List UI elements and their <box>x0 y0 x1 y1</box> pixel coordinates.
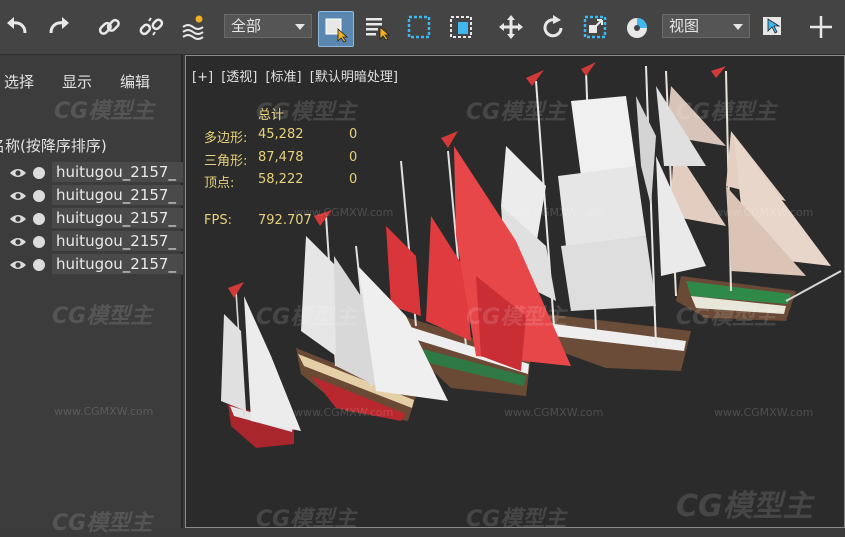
watermark-url: www.CGMXW.com <box>714 206 814 219</box>
viewport-shading[interactable]: [标准] <box>265 70 301 85</box>
select-object-button[interactable] <box>318 11 354 47</box>
menu-select[interactable]: 选择 <box>4 71 34 92</box>
sailing-ship-model <box>296 210 448 421</box>
unlink-icon[interactable] <box>134 10 168 44</box>
stats-polygons-label: 多边形: <box>204 131 248 146</box>
list-item[interactable]: huitugou_2157_ <box>0 162 183 184</box>
viewport-view-type[interactable]: [透视] <box>221 70 257 85</box>
stats-triangles-value: 87,478 <box>258 150 304 165</box>
watermark-url: www.CGMXW.com <box>714 406 814 419</box>
stats-header: 总计 <box>258 108 285 123</box>
object-name[interactable]: huitugou_2157_ <box>52 162 183 183</box>
stats-polygons-value: 45,282 <box>258 127 304 142</box>
snap-toggle-icon[interactable] <box>756 10 790 44</box>
list-item[interactable]: huitugou_2157_ <box>0 185 183 207</box>
select-object-icon <box>325 18 349 43</box>
select-by-name-icon[interactable] <box>360 10 394 44</box>
watermark-url: www.CGMXW.com <box>294 406 394 419</box>
stats-vertices-label: 顶点: <box>204 176 235 191</box>
list-item[interactable]: huitugou_2157_ <box>0 231 183 253</box>
watermark-url: www.CGMXW.com <box>54 405 154 418</box>
stats-triangles-selected: 0 <box>349 150 358 165</box>
stats-triangles-label: 三角形: <box>204 154 248 169</box>
list-item[interactable]: huitugou_2157_ <box>0 208 183 230</box>
object-name[interactable]: huitugou_2157_ <box>52 208 183 229</box>
select-and-rotate-icon[interactable] <box>536 10 570 44</box>
watermark-logo: CG模型主 <box>54 99 155 124</box>
sailing-ship-model <box>665 66 842 321</box>
watermark-logo: CG模型主 <box>52 304 153 329</box>
eye-icon[interactable] <box>9 166 27 180</box>
select-and-scale-icon[interactable] <box>578 10 612 44</box>
eye-icon[interactable] <box>9 235 27 249</box>
reference-coord-dropdown[interactable]: 视图 <box>662 14 750 38</box>
sailing-ship-model <box>221 282 301 448</box>
use-pivot-center-icon[interactable] <box>620 10 654 44</box>
eye-icon[interactable] <box>9 212 27 226</box>
stats-fps-label: FPS: <box>204 213 232 228</box>
stats-vertices-value: 58,222 <box>258 172 304 187</box>
freeze-toggle-icon[interactable] <box>33 213 45 225</box>
freeze-toggle-icon[interactable] <box>33 259 45 271</box>
perspective-viewport[interactable]: [+] [透视] [标准] [默认明暗处理] 总计 多边形: 45,282 0 … <box>185 55 845 528</box>
main-toolbar: 全部 视图 <box>0 0 845 55</box>
undo-icon[interactable] <box>0 10 34 44</box>
rect-selection-region-icon[interactable] <box>402 10 436 44</box>
watermark-logo: CG模型主 <box>52 511 153 536</box>
watermark-url: www.CGMXW.com <box>504 206 604 219</box>
watermark-url: www.CGMXW.com <box>294 206 394 219</box>
scene-explorer-panel: 选择 显示 编辑 名称(按降序排序) huitugou_2157_ huitug… <box>0 55 183 536</box>
viewport-label[interactable]: [+] [透视] [标准] [默认明暗处理] <box>192 66 402 85</box>
object-name[interactable]: huitugou_2157_ <box>52 254 183 275</box>
freeze-toggle-icon[interactable] <box>33 167 45 179</box>
reference-coord-value: 视图 <box>669 17 700 35</box>
stats-vertices-selected: 0 <box>349 172 358 187</box>
chevron-down-icon <box>733 24 743 30</box>
selection-filter-value: 全部 <box>231 17 262 35</box>
menu-edit[interactable]: 编辑 <box>120 71 150 92</box>
stats-polygons-selected: 0 <box>349 127 358 142</box>
window-crossing-icon[interactable] <box>444 10 478 44</box>
object-name[interactable]: huitugou_2157_ <box>52 185 183 206</box>
list-item[interactable]: huitugou_2157_ <box>0 254 183 276</box>
bind-space-warp-icon[interactable] <box>176 10 210 44</box>
eye-icon[interactable] <box>9 189 27 203</box>
freeze-toggle-icon[interactable] <box>33 236 45 248</box>
redo-icon[interactable] <box>42 10 76 44</box>
chevron-down-icon <box>295 24 305 30</box>
link-icon[interactable] <box>92 10 126 44</box>
watermark-url: www.CGMXW.com <box>504 406 604 419</box>
freeze-toggle-icon[interactable] <box>33 190 45 202</box>
menu-display[interactable]: 显示 <box>62 71 92 92</box>
selection-filter-dropdown[interactable]: 全部 <box>224 14 312 38</box>
select-and-manipulate-icon[interactable] <box>804 10 838 44</box>
select-and-move-icon[interactable] <box>494 10 528 44</box>
object-name[interactable]: huitugou_2157_ <box>52 231 183 252</box>
viewport-lighting[interactable]: [默认明暗处理] <box>310 70 398 85</box>
viewport-menu-plus[interactable]: [+] <box>192 70 213 85</box>
name-column-header[interactable]: 名称(按降序排序) <box>0 135 107 156</box>
eye-icon[interactable] <box>9 258 27 272</box>
